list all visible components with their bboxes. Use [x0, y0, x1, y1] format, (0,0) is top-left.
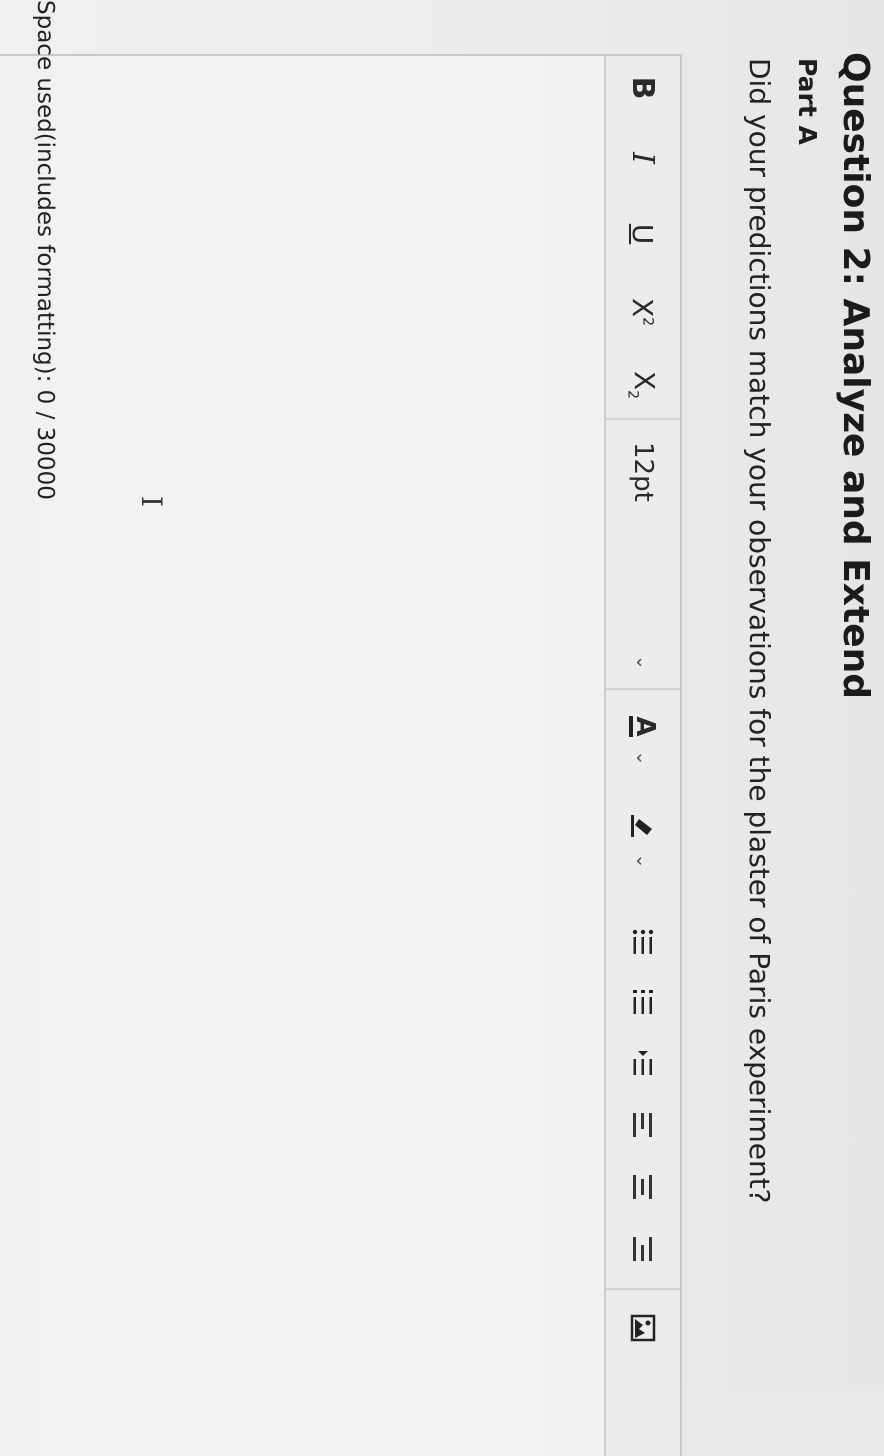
space-used-counter: Space used(includes formatting): 0 / 300… — [32, 0, 58, 500]
align-center-icon — [633, 1175, 653, 1199]
numbered-list-button[interactable] — [606, 972, 680, 1032]
numbered-list-icon — [633, 990, 653, 1014]
align-left-button[interactable] — [606, 1094, 680, 1156]
underline-icon: U — [626, 223, 660, 245]
italic-button[interactable]: I — [606, 120, 680, 196]
part-label: Part A — [793, 58, 822, 145]
chevron-down-icon: ⌄ — [632, 654, 654, 670]
answer-text-area[interactable]: I — [0, 56, 604, 1456]
font-size-value: 12pt — [628, 442, 658, 502]
bold-icon: B — [625, 76, 661, 100]
insert-image-button[interactable] — [606, 1290, 680, 1366]
underline-button[interactable]: U — [606, 196, 680, 272]
superscript-icon: X2 — [626, 297, 660, 327]
indent-button[interactable] — [606, 1032, 680, 1094]
indent-icon — [633, 1051, 652, 1075]
subscript-icon: X2 — [624, 370, 662, 400]
italic-icon: I — [625, 152, 661, 164]
bullet-list-button[interactable] — [606, 912, 680, 972]
align-right-icon — [633, 1237, 653, 1261]
bullet-list-icon — [632, 929, 654, 954]
font-color-button[interactable]: A ⌄ — [606, 690, 680, 792]
text-cursor-icon: I — [135, 496, 168, 508]
bold-button[interactable]: B — [606, 56, 680, 120]
editor-toolbar: B I U X2 X2 12pt ⌄ A ⌄ ⌄ — [604, 56, 680, 1456]
font-color-icon: A — [629, 716, 660, 737]
font-size-select[interactable]: 12pt ⌄ — [606, 420, 680, 686]
align-left-icon — [633, 1113, 653, 1137]
align-center-button[interactable] — [606, 1156, 680, 1218]
chevron-down-icon: ⌄ — [632, 750, 654, 766]
highlight-icon — [631, 815, 652, 838]
question-title: Question 2: Analyze and Extend — [835, 52, 876, 700]
superscript-button[interactable]: X2 — [606, 272, 680, 352]
stage: Question 2: Analyze and Extend Part A Di… — [0, 0, 884, 1456]
highlight-button[interactable]: ⌄ — [606, 792, 680, 890]
image-icon — [630, 1314, 656, 1342]
align-right-button[interactable] — [606, 1218, 680, 1280]
chevron-down-icon: ⌄ — [632, 853, 654, 869]
subscript-button[interactable]: X2 — [606, 352, 680, 418]
question-prompt: Did your predictions match your observat… — [743, 58, 776, 1204]
rich-text-editor: B I U X2 X2 12pt ⌄ A ⌄ ⌄ I — [0, 54, 682, 1456]
